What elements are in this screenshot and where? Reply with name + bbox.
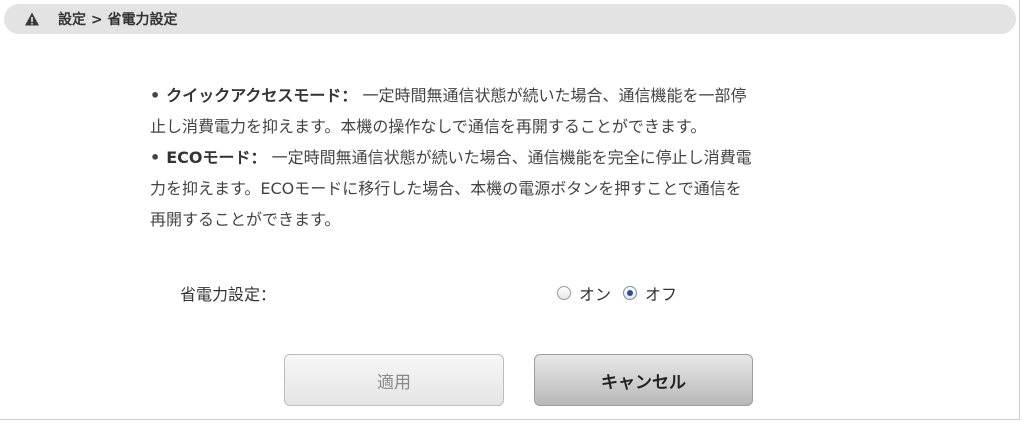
description-text: 力を抑えます。ECOモードに移行した場合、本機の電源ボタンを押すことで通信を <box>150 179 742 198</box>
cancel-button[interactable]: キャンセル <box>534 354 753 406</box>
title-bar: 設定 > 省電力設定 <box>4 4 1016 34</box>
description-line: 再開することができます。 <box>150 204 930 235</box>
description-line: • クイックアクセスモード： 一定時間無通信状態が続いた場合、通信機能を一部停 <box>150 80 930 111</box>
description-text: 再開することができます。 <box>150 210 341 229</box>
description: • クイックアクセスモード： 一定時間無通信状態が続いた場合、通信機能を一部停 止… <box>150 80 930 235</box>
quick-access-mode-term: クイックアクセスモード： <box>166 86 358 105</box>
power-setting-radio-group: オン オフ <box>557 281 689 305</box>
radio-on[interactable] <box>557 286 571 300</box>
warning-icon <box>24 11 40 27</box>
description-text: 一定時間無通信状態が続いた場合、通信機能を完全に停止し消費電 <box>266 148 752 167</box>
eco-mode-term: ECOモード： <box>166 148 267 167</box>
description-line: • ECOモード： 一定時間無通信状態が続いた場合、通信機能を完全に停止し消費電 <box>150 142 930 173</box>
radio-on-label: オン <box>579 285 612 304</box>
power-setting-row: 省電力設定： オン オフ <box>180 279 740 307</box>
bullet: • <box>150 86 161 105</box>
radio-option-on[interactable]: オン <box>557 281 611 305</box>
breadcrumb: 設定 > 省電力設定 <box>58 12 178 28</box>
description-line: 力を抑えます。ECOモードに移行した場合、本機の電源ボタンを押すことで通信を <box>150 173 930 204</box>
apply-button[interactable]: 適用 <box>284 354 504 406</box>
radio-off-label: オフ <box>645 285 678 304</box>
description-text: 一定時間無通信状態が続いた場合、通信機能を一部停 <box>357 86 747 105</box>
radio-option-off[interactable]: オフ <box>623 281 677 305</box>
settings-panel: 設定 > 省電力設定 • クイックアクセスモード： 一定時間無通信状態が続いた場合… <box>0 0 1020 420</box>
power-setting-label: 省電力設定： <box>180 285 277 304</box>
radio-off[interactable] <box>623 286 638 300</box>
description-line: 止し消費電力を抑えます。本機の操作なしで通信を再開することができます。 <box>150 111 930 142</box>
bullet: • <box>150 148 161 167</box>
description-text: 止し消費電力を抑えます。本機の操作なしで通信を再開することができます。 <box>150 117 707 136</box>
